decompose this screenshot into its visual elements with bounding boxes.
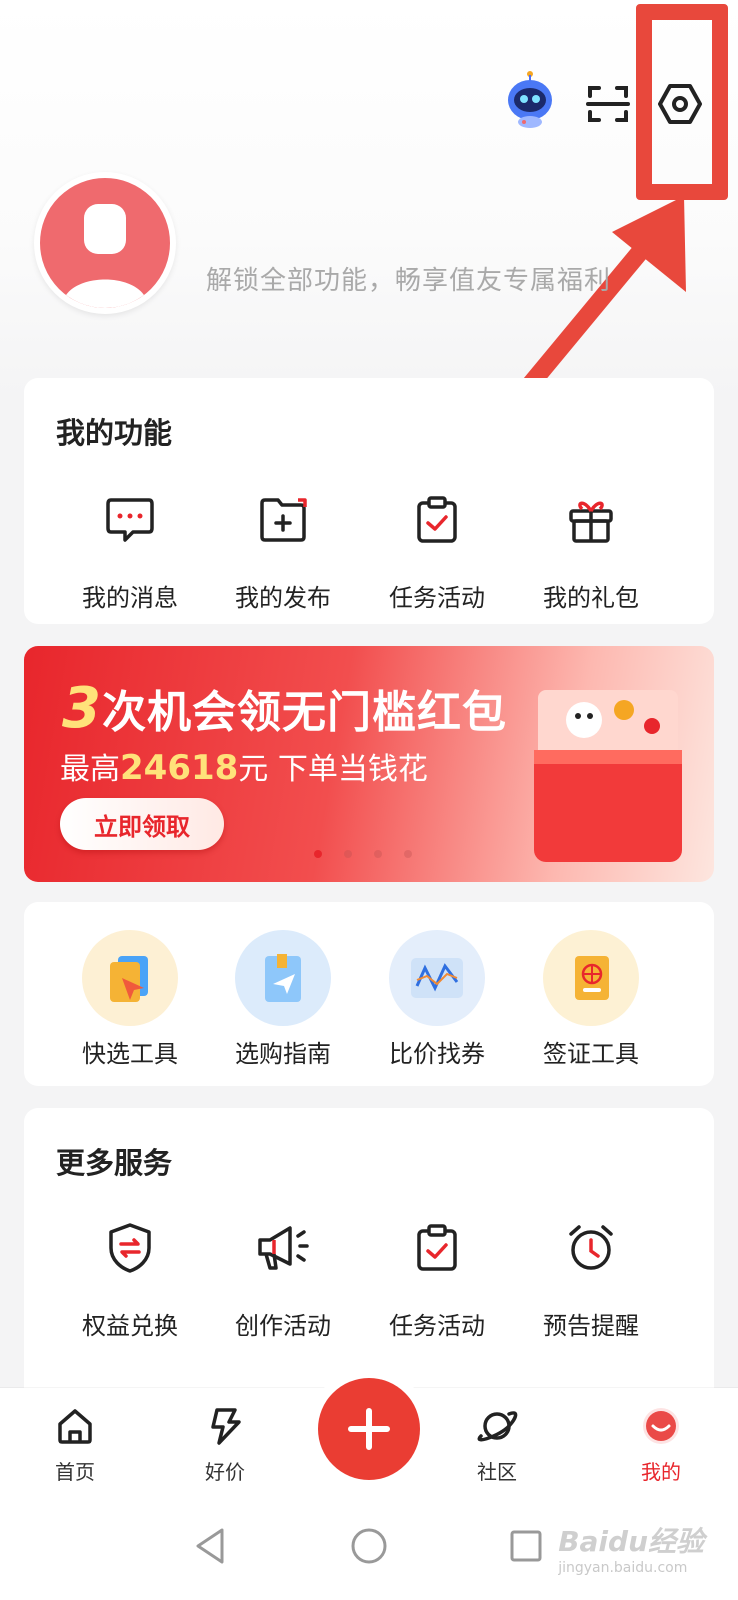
quick-select-icon	[82, 930, 178, 1026]
create-post-button[interactable]	[318, 1378, 420, 1480]
carousel-dot[interactable]	[314, 850, 322, 858]
gift-icon	[516, 490, 666, 550]
section-title: 我的功能	[56, 416, 173, 450]
carousel-dot[interactable]	[344, 850, 352, 858]
service-creation-activity[interactable]: 创作活动	[208, 1218, 358, 1341]
megaphone-icon	[208, 1218, 358, 1278]
avatar[interactable]	[34, 172, 176, 314]
publish-folder-icon	[208, 490, 358, 550]
nav-label: 我的	[641, 1460, 681, 1484]
feature-label: 我的发布	[235, 584, 331, 612]
banner-title: 3次机会领无门槛红包	[62, 676, 507, 741]
baidu-watermark: Baidu经验 jingyan.baidu.com	[558, 1520, 704, 1576]
shield-exchange-icon	[55, 1218, 205, 1278]
feature-my-publish[interactable]: 我的发布	[208, 490, 358, 613]
section-title: 更多服务	[56, 1146, 173, 1180]
red-envelope-illustration	[534, 690, 682, 862]
banner-title-number: 3	[62, 676, 102, 741]
message-icon	[55, 490, 205, 550]
recents-icon[interactable]	[508, 1528, 544, 1564]
nav-home[interactable]: 首页	[30, 1406, 120, 1485]
nav-mine[interactable]: 我的	[616, 1406, 706, 1485]
carousel-dot[interactable]	[404, 850, 412, 858]
tool-visa[interactable]: 签证工具	[516, 930, 666, 1069]
tool-price-compare[interactable]: 比价找券	[362, 930, 512, 1069]
back-icon[interactable]	[192, 1526, 228, 1566]
visa-passport-icon	[543, 930, 639, 1026]
annotation-highlight-box	[636, 4, 728, 200]
service-label: 预告提醒	[543, 1312, 639, 1340]
nav-community[interactable]: 社区	[452, 1406, 542, 1485]
tool-quick-select[interactable]: 快选工具	[55, 930, 205, 1069]
buying-guide-icon	[235, 930, 331, 1026]
service-label: 权益兑换	[82, 1312, 178, 1340]
banner-title-text: 次机会领无门槛红包	[101, 687, 507, 738]
profile-icon	[643, 1408, 679, 1444]
nav-label: 好价	[205, 1460, 245, 1484]
tool-label: 签证工具	[543, 1040, 639, 1068]
tool-label: 比价找券	[389, 1040, 485, 1068]
service-label: 创作活动	[235, 1312, 331, 1340]
planet-icon	[477, 1411, 518, 1442]
banner-sub-suffix: 元 下单当钱花	[238, 752, 428, 787]
service-benefit-exchange[interactable]: 权益兑换	[55, 1218, 205, 1341]
home-icon	[58, 1409, 92, 1444]
lightning-icon	[211, 1408, 241, 1445]
watermark-brand: Baidu经验	[558, 1525, 704, 1558]
claim-now-button[interactable]: 立即领取	[60, 798, 224, 850]
feature-label: 任务活动	[389, 584, 485, 612]
task-clipboard-icon	[362, 1218, 512, 1278]
robot-assistant-icon[interactable]	[503, 70, 557, 130]
nav-label: 社区	[477, 1460, 517, 1484]
tools-card: 快选工具 选购指南 比价找券 签证工具	[24, 902, 714, 1086]
nav-deals[interactable]: 好价	[180, 1406, 270, 1485]
service-preview-reminder[interactable]: 预告提醒	[516, 1218, 666, 1341]
alarm-clock-icon	[516, 1218, 666, 1278]
service-label: 任务活动	[389, 1312, 485, 1340]
feature-my-messages[interactable]: 我的消息	[55, 490, 205, 613]
banner-amount: 24618	[120, 748, 239, 788]
feature-my-gift[interactable]: 我的礼包	[516, 490, 666, 613]
tool-label: 选购指南	[235, 1040, 331, 1068]
nav-label: 首页	[55, 1460, 95, 1484]
carousel-dot[interactable]	[374, 850, 382, 858]
tool-label: 快选工具	[82, 1040, 178, 1068]
service-task-activity[interactable]: 任务活动	[362, 1218, 512, 1341]
feature-label: 我的消息	[82, 584, 178, 612]
banner-sub-prefix: 最高	[60, 752, 120, 787]
carousel-indicator	[314, 850, 412, 858]
feature-label: 我的礼包	[543, 584, 639, 612]
price-compare-icon	[389, 930, 485, 1026]
tool-buying-guide[interactable]: 选购指南	[208, 930, 358, 1069]
my-features-card: 我的功能 我的消息 我的发布 任务活动 我的礼包	[24, 378, 714, 624]
home-circle-icon[interactable]	[350, 1526, 388, 1566]
promo-banner[interactable]: 3次机会领无门槛红包 最高24618元 下单当钱花 立即领取	[24, 646, 714, 882]
watermark-url: jingyan.baidu.com	[558, 1560, 688, 1576]
banner-subtitle: 最高24618元 下单当钱花	[60, 744, 428, 788]
plus-icon	[348, 1408, 390, 1450]
feature-task-activity[interactable]: 任务活动	[362, 490, 512, 613]
login-tip[interactable]: 解锁全部功能，畅享值友专属福利	[206, 260, 636, 297]
scan-icon[interactable]	[584, 82, 632, 126]
task-clipboard-icon	[362, 490, 512, 550]
